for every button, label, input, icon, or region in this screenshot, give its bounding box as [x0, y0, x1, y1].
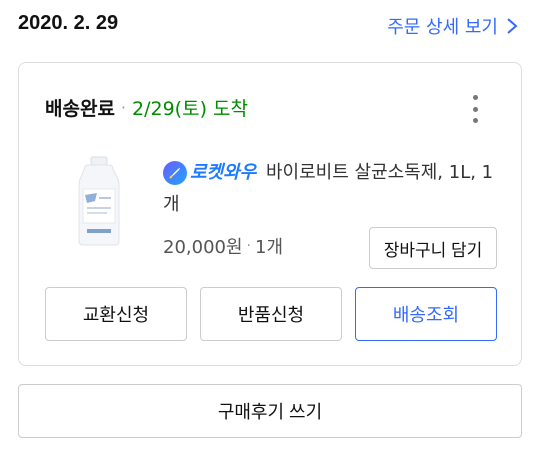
rocket-badge-text: 로켓와우	[190, 162, 257, 183]
status-separator: ·	[120, 98, 127, 117]
write-review-button[interactable]: 구매후기 쓰기	[18, 384, 522, 438]
order-header: 2020. 2. 29 주문 상세 보기	[18, 0, 522, 56]
order-card: 배송완료 · 2/29(토) 도착 로켓와우 바이로비트 살균소독제, 1L, …	[18, 62, 522, 366]
product-price: 20,000원	[163, 237, 243, 258]
more-vertical-icon[interactable]	[467, 95, 483, 123]
product-title[interactable]: 로켓와우 바이로비트 살균소독제, 1L, 1개	[163, 157, 503, 221]
rocket-badge: 로켓와우	[163, 157, 256, 189]
product-bottle-image[interactable]	[71, 155, 127, 247]
add-to-cart-button[interactable]: 장바구니 담기	[369, 227, 497, 269]
product-info: 로켓와우 바이로비트 살균소독제, 1L, 1개	[163, 157, 503, 221]
delivery-status-row: 배송완료 · 2/29(토) 도착	[45, 94, 248, 121]
delivery-status: 배송완료	[45, 98, 115, 120]
chevron-right-icon	[507, 18, 518, 34]
order-detail-link[interactable]: 주문 상세 보기	[387, 13, 518, 39]
price-separator: ·	[246, 238, 251, 254]
exchange-request-button[interactable]: 교환신청	[45, 287, 187, 341]
product-quantity: 1개	[255, 237, 284, 258]
rocket-icon	[163, 161, 187, 185]
return-request-button[interactable]: 반품신청	[200, 287, 342, 341]
arrival-date: 2/29(토) 도착	[132, 98, 248, 120]
price-row: 20,000원 · 1개	[163, 233, 283, 259]
order-date: 2020. 2. 29	[18, 12, 119, 34]
delivery-tracking-button[interactable]: 배송조회	[355, 287, 497, 341]
order-detail-label: 주문 상세 보기	[387, 17, 498, 38]
